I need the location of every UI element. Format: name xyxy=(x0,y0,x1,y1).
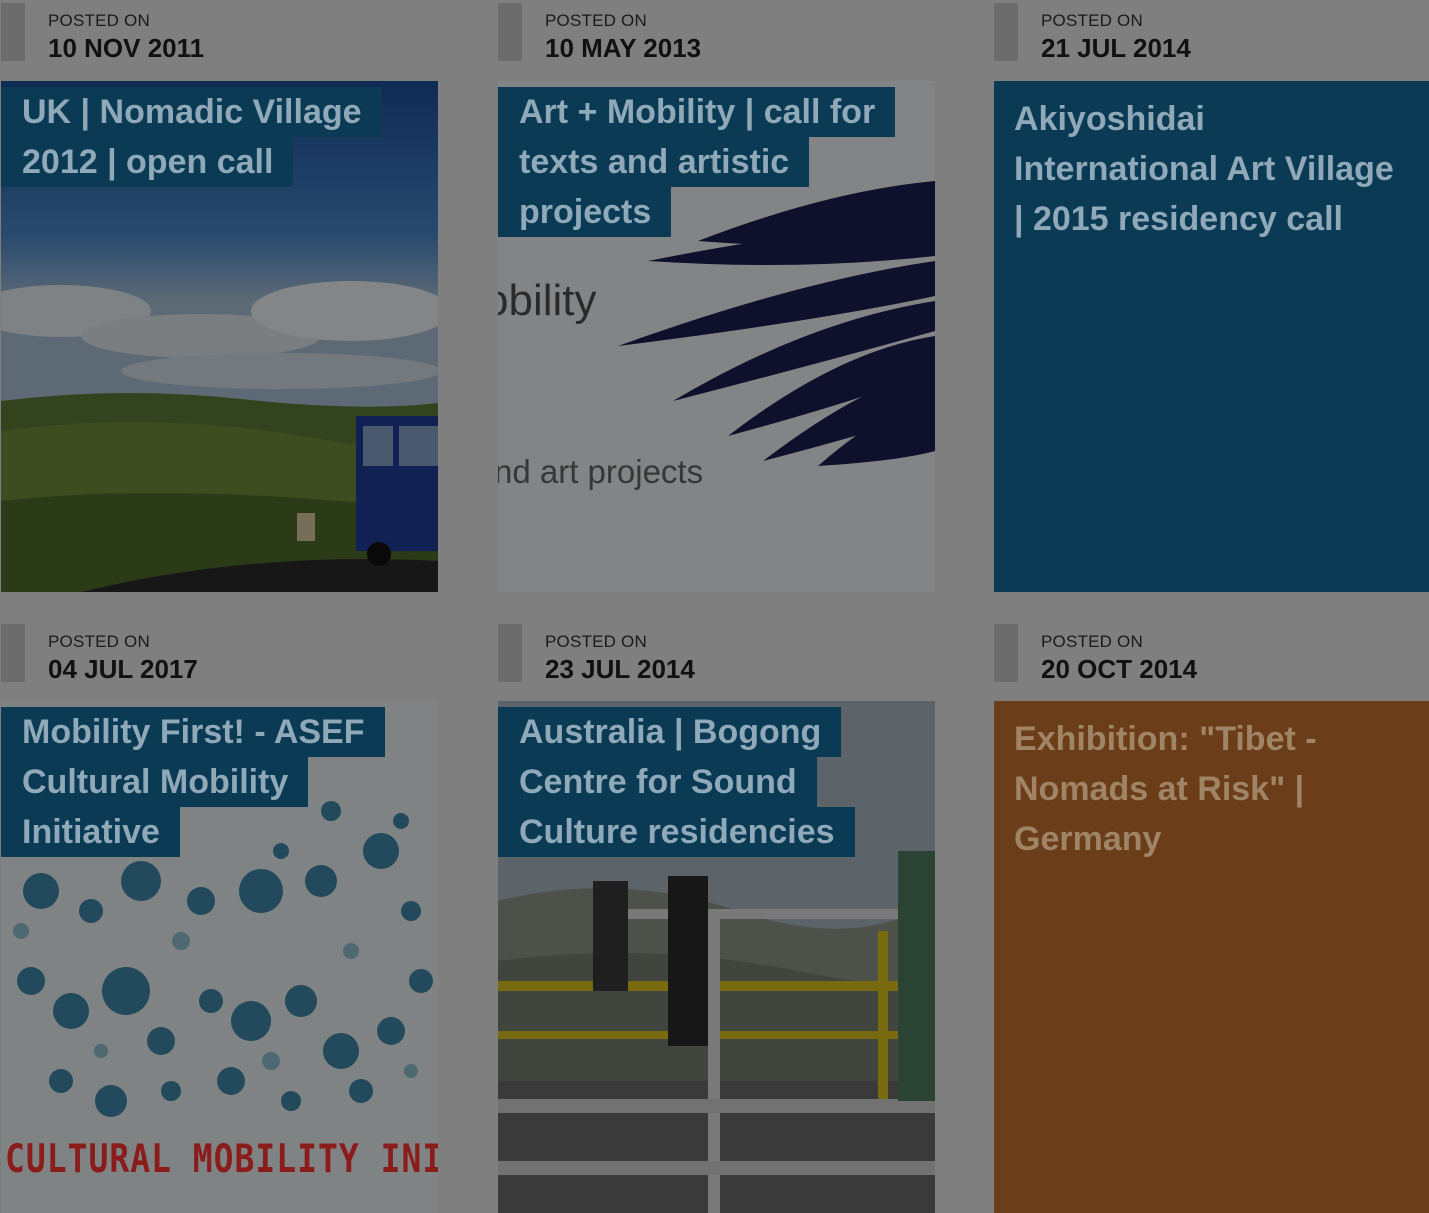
post-title-wrap: UK | Nomadic Village 2012 | open call xyxy=(1,87,382,187)
image-caption-bottom: nd art projects xyxy=(498,453,704,490)
post-thumbnail[interactable]: Australia | Bogong Centre for Sound Cult… xyxy=(498,701,935,1213)
post-thumbnail[interactable]: Akiyoshidai International Art Village | … xyxy=(994,81,1429,592)
posted-on-label: POSTED ON xyxy=(48,632,150,651)
date-marker xyxy=(1,624,25,682)
image-caption-top: obility xyxy=(498,276,597,325)
post-thumbnail[interactable]: UK | Nomadic Village 2012 | open call xyxy=(1,81,438,592)
posted-on-label: POSTED ON xyxy=(545,632,647,651)
post-title[interactable]: Exhibition: "Tibet - Nomads at Risk" | G… xyxy=(1014,714,1389,864)
post-grid: POSTED ON 10 NOV 2011 UK | Nomadic Villa… xyxy=(0,0,1429,1213)
post-date: 10 MAY 2013 xyxy=(545,33,702,63)
post-title-wrap: Australia | Bogong Centre for Sound Cult… xyxy=(498,707,868,857)
post-date: 10 NOV 2011 xyxy=(48,33,205,63)
post-title[interactable]: Mobility First! - ASEF Cultural Mobility… xyxy=(1,707,385,857)
post-card[interactable]: POSTED ON 10 MAY 2013 obility nd art pro… xyxy=(498,0,935,592)
post-date: 21 JUL 2014 xyxy=(1041,33,1191,63)
post-meta: POSTED ON 04 JUL 2017 xyxy=(1,621,438,701)
post-title-wrap: Mobility First! - ASEF Cultural Mobility… xyxy=(1,707,385,857)
date-marker xyxy=(498,3,522,61)
post-title-wrap: Art + Mobility | call for texts and arti… xyxy=(498,87,896,237)
posted-on-label: POSTED ON xyxy=(1041,632,1143,651)
post-meta: POSTED ON 21 JUL 2014 xyxy=(994,0,1429,81)
date-marker xyxy=(1,3,25,61)
post-card[interactable]: POSTED ON 04 JUL 2017 CULTURAL MOBILITY … xyxy=(1,621,438,1213)
post-card[interactable]: POSTED ON 20 OCT 2014 Exhibition: "Tibet… xyxy=(994,621,1429,1213)
post-thumbnail[interactable]: CULTURAL MOBILITY INITIA Mobility First!… xyxy=(1,701,438,1213)
post-date: 04 JUL 2017 xyxy=(48,654,198,684)
date-marker xyxy=(994,624,1018,682)
date-marker xyxy=(498,624,522,682)
post-meta: POSTED ON 10 MAY 2013 xyxy=(498,0,935,81)
post-title[interactable]: Akiyoshidai International Art Village | … xyxy=(1014,94,1399,244)
post-meta: POSTED ON 20 OCT 2014 xyxy=(994,621,1429,701)
post-title[interactable]: UK | Nomadic Village 2012 | open call xyxy=(1,87,382,187)
posted-on-label: POSTED ON xyxy=(1041,11,1143,30)
post-meta: POSTED ON 10 NOV 2011 xyxy=(1,0,438,81)
posted-on-label: POSTED ON xyxy=(48,11,150,30)
post-title[interactable]: Australia | Bogong Centre for Sound Cult… xyxy=(498,707,855,857)
post-title[interactable]: Art + Mobility | call for texts and arti… xyxy=(498,87,896,237)
post-date: 23 JUL 2014 xyxy=(545,654,695,684)
post-meta: POSTED ON 23 JUL 2014 xyxy=(498,621,935,701)
post-card[interactable]: POSTED ON 10 NOV 2011 UK | Nomadic Villa… xyxy=(1,0,438,592)
date-marker xyxy=(994,3,1018,61)
image-banner-text: CULTURAL MOBILITY INITIA xyxy=(5,1135,438,1182)
post-thumbnail[interactable]: obility nd art projects Art + Mobility |… xyxy=(498,81,935,592)
post-thumbnail[interactable]: Exhibition: "Tibet - Nomads at Risk" | G… xyxy=(994,701,1429,1213)
post-date: 20 OCT 2014 xyxy=(1041,654,1198,684)
posted-on-label: POSTED ON xyxy=(545,11,647,30)
post-card[interactable]: POSTED ON 23 JUL 2014 Australia | Bogong… xyxy=(498,621,935,1213)
post-card[interactable]: POSTED ON 21 JUL 2014 Akiyoshidai Intern… xyxy=(994,0,1429,592)
